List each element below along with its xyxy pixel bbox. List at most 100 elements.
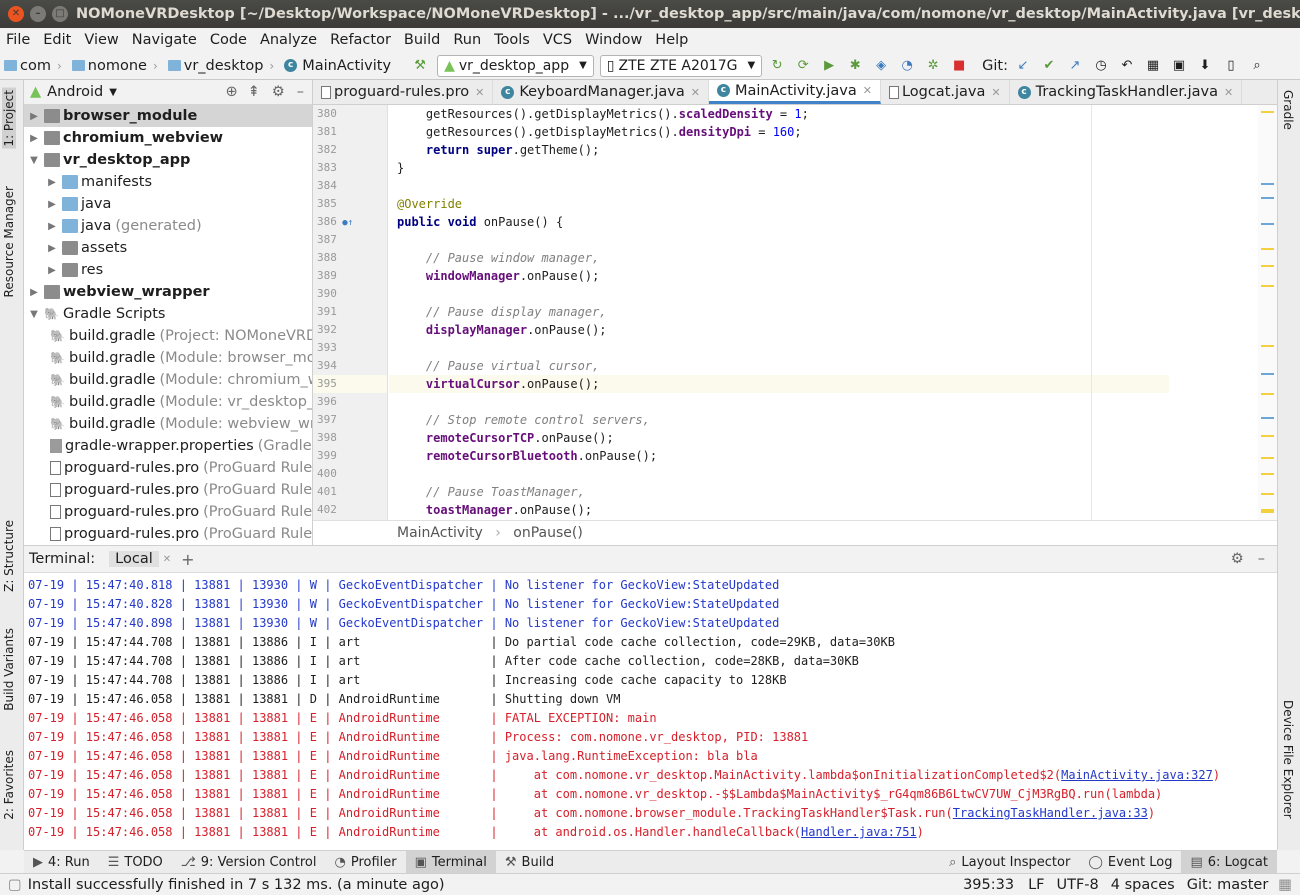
maximize-window-icon[interactable]: □ bbox=[52, 6, 68, 22]
coverage-icon[interactable]: ◈ bbox=[870, 55, 892, 77]
tool-button-layout[interactable]: ⌕ Layout Inspector bbox=[940, 851, 1079, 874]
tool-button-profiler[interactable]: ◔ Profiler bbox=[326, 851, 406, 874]
indent-setting[interactable]: 4 spaces bbox=[1111, 877, 1175, 893]
hide-panel-icon[interactable]: – bbox=[297, 84, 304, 100]
menu-item-view[interactable]: View bbox=[84, 32, 118, 48]
tool-button-logcat[interactable]: ▤ 6: Logcat bbox=[1181, 850, 1277, 874]
change-marker[interactable] bbox=[1261, 373, 1274, 375]
tab-structure[interactable]: Z: Structure bbox=[2, 520, 16, 592]
chevron-down-icon[interactable]: ▼ bbox=[109, 87, 117, 98]
editor-tab[interactable]: proguard-rules.pro ✕ bbox=[313, 80, 494, 104]
menu-item-build[interactable]: Build bbox=[404, 32, 440, 48]
chevron-right-icon[interactable]: ▶ bbox=[28, 133, 40, 144]
avd-manager-icon[interactable]: ▯ bbox=[1220, 55, 1242, 77]
caret-position[interactable]: 395:33 bbox=[963, 877, 1014, 893]
tree-item[interactable]: ▶ webview_wrapper bbox=[24, 281, 312, 303]
editor-tab[interactable]: c TrackingTaskHandler.java ✕ bbox=[1010, 80, 1243, 104]
tree-item[interactable]: ▶ assets bbox=[24, 237, 312, 259]
warning-marker[interactable] bbox=[1261, 285, 1274, 287]
gear-icon[interactable]: ⚙ bbox=[1231, 551, 1244, 567]
tree-item[interactable]: proguard-rules.pro(ProGuard Rules) bbox=[24, 479, 312, 501]
chevron-right-icon[interactable]: ▶ bbox=[46, 221, 58, 232]
tree-item[interactable]: proguard-rules.pro(ProGuard Rules) bbox=[24, 523, 312, 545]
history-icon[interactable]: ◷ bbox=[1090, 55, 1112, 77]
terminal-icon[interactable]: ▣ bbox=[1168, 55, 1190, 77]
close-icon[interactable]: ✕ bbox=[863, 84, 872, 97]
tree-item[interactable]: gradle-wrapper.properties(Gradle Version… bbox=[24, 435, 312, 457]
tab-build-variants[interactable]: Build Variants bbox=[2, 628, 16, 711]
lock-icon[interactable]: ▦ bbox=[1278, 877, 1292, 893]
apply-code-changes-icon[interactable]: ⟳ bbox=[792, 55, 814, 77]
chevron-right-icon[interactable]: ▶ bbox=[46, 265, 58, 276]
git-commit-icon[interactable]: ✔ bbox=[1038, 55, 1060, 77]
tree-item[interactable]: ▼ vr_desktop_app bbox=[24, 149, 312, 171]
tree-item[interactable]: proguard-rules.pro(ProGuard Rules) bbox=[24, 501, 312, 523]
nav-crumb-vr-desktop[interactable]: vr_desktop › bbox=[167, 58, 280, 74]
tree-item[interactable]: ▶ res bbox=[24, 259, 312, 281]
warning-marker[interactable] bbox=[1261, 473, 1274, 475]
collapse-all-icon[interactable]: ⇞ bbox=[248, 84, 260, 100]
chevron-right-icon[interactable]: ▶ bbox=[28, 287, 40, 298]
tool-button-todo[interactable]: ☰ TODO bbox=[99, 851, 172, 874]
warning-marker[interactable] bbox=[1261, 345, 1274, 347]
tool-button-terminal[interactable]: ▣ Terminal bbox=[405, 850, 496, 874]
close-icon[interactable]: ✕ bbox=[691, 86, 700, 99]
tree-item[interactable]: 🐘 build.gradle(Module: chromium_webview) bbox=[24, 369, 312, 391]
git-update-icon[interactable]: ↙ bbox=[1012, 55, 1034, 77]
tree-item[interactable]: ▶ java bbox=[24, 193, 312, 215]
tree-item[interactable]: ▶ manifests bbox=[24, 171, 312, 193]
sdk-manager-icon[interactable]: ⬇ bbox=[1194, 55, 1216, 77]
code-view[interactable]: getResources().getDisplayMetrics().scale… bbox=[389, 105, 1169, 520]
file-encoding[interactable]: UTF-8 bbox=[1057, 877, 1099, 893]
close-icon[interactable]: ✕ bbox=[991, 86, 1000, 99]
warning-marker[interactable] bbox=[1261, 248, 1274, 250]
run-icon[interactable]: ▶ bbox=[818, 55, 840, 77]
menu-item-edit[interactable]: Edit bbox=[43, 32, 71, 48]
nav-crumb-com[interactable]: com › bbox=[4, 58, 68, 74]
menu-item-tools[interactable]: Tools bbox=[494, 32, 530, 48]
tab-device-file-explorer[interactable]: Device File Explorer bbox=[1281, 700, 1295, 819]
close-window-icon[interactable]: ✕ bbox=[8, 6, 24, 22]
device-select[interactable]: ▯ ZTE ZTE A2017G ▼ bbox=[599, 54, 763, 77]
chevron-right-icon[interactable]: ▶ bbox=[46, 199, 58, 210]
change-marker[interactable] bbox=[1261, 223, 1274, 225]
stop-icon[interactable]: ■ bbox=[948, 55, 970, 77]
tool-button-build[interactable]: ⚒ Build bbox=[496, 851, 563, 874]
tool-button-vc[interactable]: ⎇ 9: Version Control bbox=[172, 851, 326, 874]
git-push-icon[interactable]: ↗ bbox=[1064, 55, 1086, 77]
tab-resource-manager[interactable]: Resource Manager bbox=[2, 186, 16, 297]
menu-item-code[interactable]: Code bbox=[210, 32, 247, 48]
source-link[interactable]: TrackingTaskHandler.java:33 bbox=[953, 806, 1148, 820]
chevron-right-icon[interactable]: ▶ bbox=[46, 177, 58, 188]
tab-gradle[interactable]: Gradle bbox=[1281, 90, 1295, 130]
warning-marker[interactable] bbox=[1261, 111, 1274, 113]
tool-button-eventlog[interactable]: ◯ Event Log bbox=[1079, 851, 1181, 874]
chevron-right-icon[interactable]: ▶ bbox=[28, 111, 40, 122]
nav-crumb-mainactivity[interactable]: c MainActivity bbox=[284, 58, 391, 74]
warning-marker[interactable] bbox=[1261, 457, 1274, 459]
menu-item-vcs[interactable]: VCS bbox=[543, 32, 572, 48]
menu-item-help[interactable]: Help bbox=[655, 32, 688, 48]
change-marker[interactable] bbox=[1261, 197, 1274, 199]
tree-item[interactable]: ▶ chromium_webview bbox=[24, 127, 312, 149]
menu-item-run[interactable]: Run bbox=[453, 32, 481, 48]
editor-tab[interactable]: Logcat.java ✕ bbox=[881, 80, 1010, 104]
tree-item[interactable]: 🐘 build.gradle(Module: browser_module) bbox=[24, 347, 312, 369]
tree-item[interactable]: proguard-rules.pro(ProGuard Rules) bbox=[24, 457, 312, 479]
menu-item-analyze[interactable]: Analyze bbox=[260, 32, 317, 48]
menu-item-file[interactable]: File bbox=[6, 32, 30, 48]
menu-item-refactor[interactable]: Refactor bbox=[330, 32, 391, 48]
override-icon[interactable]: ●↑ bbox=[337, 218, 353, 228]
tree-item[interactable]: ▶ java (generated) bbox=[24, 215, 312, 237]
nav-crumb-nomone[interactable]: nomone › bbox=[71, 58, 164, 74]
tree-item[interactable]: 🐘 build.gradle(Project: NOMoneVRDesktop) bbox=[24, 325, 312, 347]
source-link[interactable]: Handler.java:751 bbox=[801, 825, 917, 839]
status-message[interactable]: Install successfully finished in 7 s 132… bbox=[28, 877, 445, 893]
warning-marker[interactable] bbox=[1261, 265, 1274, 267]
line-separator[interactable]: LF bbox=[1028, 877, 1044, 893]
hammer-icon[interactable]: ⚒ bbox=[409, 55, 431, 77]
menu-item-window[interactable]: Window bbox=[585, 32, 642, 48]
change-marker[interactable] bbox=[1261, 183, 1274, 185]
error-stripe[interactable] bbox=[1258, 105, 1277, 520]
search-icon[interactable]: ⌕ bbox=[1246, 55, 1268, 77]
